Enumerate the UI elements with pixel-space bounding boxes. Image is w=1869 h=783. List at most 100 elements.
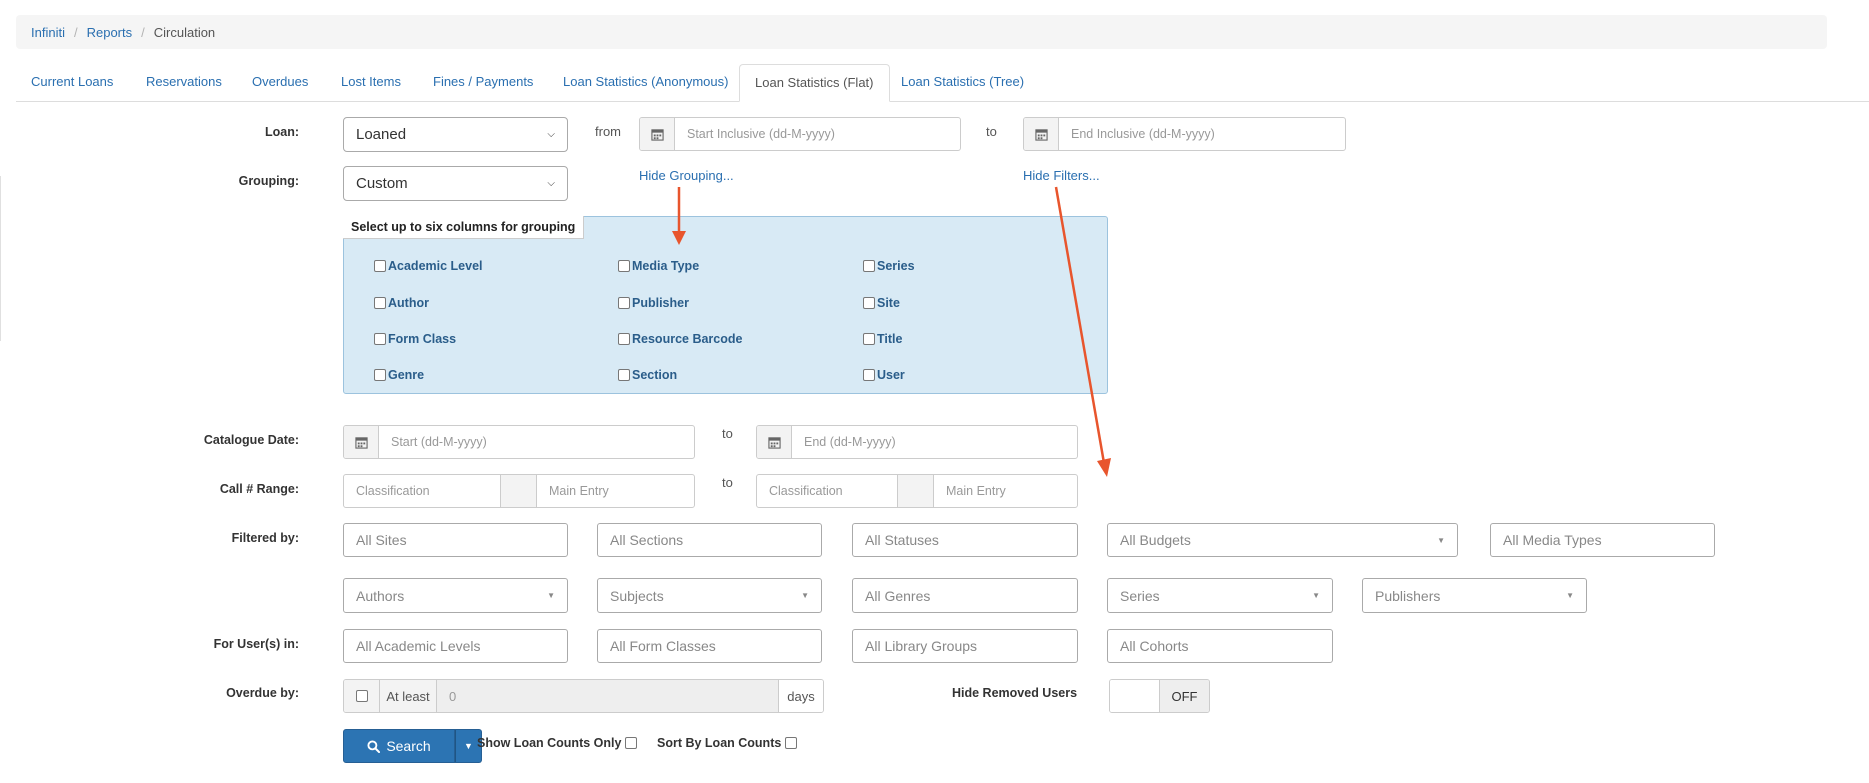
catalogue-end-input[interactable]: End (dd-M-yyyy): [792, 426, 1077, 458]
grouping-option-form-class[interactable]: Form Class: [374, 332, 456, 346]
sort-by-loan-counts-checkbox[interactable]: [785, 737, 798, 749]
loan-start-date-input[interactable]: Start Inclusive (dd-M-yyyy): [675, 118, 960, 150]
tab-lost-items[interactable]: Lost Items: [326, 64, 416, 102]
grouping-option-series[interactable]: Series: [863, 259, 915, 273]
checkbox[interactable]: [618, 333, 630, 345]
catalogue-date-label: Catalogue Date:: [203, 433, 299, 447]
catalogue-end-group: End (dd-M-yyyy): [756, 425, 1078, 459]
checkbox[interactable]: [863, 369, 875, 381]
filter-cohorts[interactable]: All Cohorts: [1107, 629, 1333, 663]
catalogue-start-input[interactable]: Start (dd-M-yyyy): [379, 426, 694, 458]
filter-authors[interactable]: Authors ▼: [343, 578, 568, 613]
overdue-days-input[interactable]: 0: [437, 680, 778, 712]
grouping-option-title[interactable]: Title: [863, 332, 902, 346]
checkbox[interactable]: [618, 260, 630, 272]
show-loan-counts-only[interactable]: Show Loan Counts Only: [477, 736, 638, 750]
calendar-icon[interactable]: [1024, 118, 1059, 150]
filter-media-types[interactable]: All Media Types: [1490, 523, 1715, 557]
caret-down-icon: ▼: [1312, 591, 1320, 600]
filter-library-groups[interactable]: All Library Groups: [852, 629, 1078, 663]
grouping-option-resource-barcode[interactable]: Resource Barcode: [618, 332, 742, 346]
option-label: Publisher: [632, 296, 689, 310]
tab-loan-statistics-tree[interactable]: Loan Statistics (Tree): [886, 64, 1039, 102]
filter-statuses[interactable]: All Statuses: [852, 523, 1078, 557]
hide-removed-users-toggle[interactable]: OFF: [1109, 679, 1210, 713]
grouping-panel-title: Select up to six columns for grouping: [343, 216, 585, 239]
call-range-from-classification[interactable]: Classification: [343, 474, 501, 508]
filter-sections-placeholder: All Sections: [610, 532, 684, 548]
breadcrumb-link-reports[interactable]: Reports: [87, 25, 133, 40]
option-label: Form Class: [388, 332, 457, 346]
filter-statuses-placeholder: All Statuses: [865, 532, 939, 548]
tab-current-loans[interactable]: Current Loans: [16, 64, 128, 102]
tab-reservations[interactable]: Reservations: [131, 64, 237, 102]
option-label: Title: [877, 332, 903, 346]
filter-form-classes[interactable]: All Form Classes: [597, 629, 822, 663]
filter-budgets[interactable]: All Budgets ▼: [1107, 523, 1458, 557]
grouping-option-section[interactable]: Section: [618, 368, 677, 382]
hide-grouping-link[interactable]: Hide Grouping...: [639, 168, 734, 183]
loan-to-label: to: [986, 124, 997, 139]
checkbox[interactable]: [618, 369, 630, 381]
filtered-by-label: Filtered by:: [231, 531, 299, 545]
search-button[interactable]: Search: [343, 729, 455, 763]
grouping-option-site[interactable]: Site: [863, 296, 900, 310]
grouping-option-user[interactable]: User: [863, 368, 905, 382]
checkbox[interactable]: [374, 297, 386, 309]
checkbox[interactable]: [374, 260, 386, 272]
sort-by-loan-counts[interactable]: Sort By Loan Counts: [657, 736, 798, 750]
filter-publishers[interactable]: Publishers ▼: [1362, 578, 1587, 613]
call-range-to-classification[interactable]: Classification: [756, 474, 898, 508]
checkbox[interactable]: [863, 297, 875, 309]
loan-select[interactable]: Loaned ⌵: [343, 117, 568, 152]
option-label: Media Type: [632, 259, 700, 273]
search-icon: [367, 739, 381, 753]
grouping-option-author[interactable]: Author: [374, 296, 429, 310]
filter-cohorts-placeholder: All Cohorts: [1120, 638, 1189, 654]
call-range-from-main-entry[interactable]: Main Entry: [536, 474, 695, 508]
filter-academic-levels[interactable]: All Academic Levels: [343, 629, 568, 663]
loan-select-value: Loaned: [356, 126, 407, 143]
hide-filters-link[interactable]: Hide Filters...: [1023, 168, 1100, 183]
caret-down-icon: ▼: [801, 591, 809, 600]
tab-overdues[interactable]: Overdues: [237, 64, 323, 102]
tab-fines-payments[interactable]: Fines / Payments: [418, 64, 548, 102]
option-label: Section: [632, 368, 678, 382]
breadcrumb-link-infiniti[interactable]: Infiniti: [31, 25, 65, 40]
checkbox[interactable]: [863, 333, 875, 345]
show-loan-counts-checkbox[interactable]: [625, 737, 638, 749]
filter-series[interactable]: Series ▼: [1107, 578, 1333, 613]
overdue-checkbox[interactable]: [355, 690, 368, 702]
grouping-select[interactable]: Custom ⌵: [343, 166, 568, 201]
checkbox[interactable]: [374, 333, 386, 345]
checkbox[interactable]: [618, 297, 630, 309]
loan-end-date-input[interactable]: End Inclusive (dd-M-yyyy): [1059, 118, 1345, 150]
overdue-days-label: days: [778, 680, 823, 712]
filter-genres[interactable]: All Genres: [852, 578, 1078, 613]
checkbox[interactable]: [863, 260, 875, 272]
catalogue-to-label: to: [722, 426, 733, 441]
caret-down-icon: ▼: [1566, 591, 1574, 600]
tab-loan-statistics-anonymous[interactable]: Loan Statistics (Anonymous): [548, 64, 743, 102]
filter-library-groups-placeholder: All Library Groups: [865, 638, 978, 654]
grouping-option-publisher[interactable]: Publisher: [618, 296, 689, 310]
filter-sites[interactable]: All Sites: [343, 523, 568, 557]
calendar-icon[interactable]: [757, 426, 792, 458]
page-left-edge: [0, 176, 1, 341]
filter-sites-placeholder: All Sites: [356, 532, 407, 548]
tab-loan-statistics-flat[interactable]: Loan Statistics (Flat): [739, 64, 890, 102]
overdue-enable[interactable]: [344, 680, 380, 712]
caret-down-icon: ▼: [547, 591, 555, 600]
checkbox[interactable]: [374, 369, 386, 381]
filter-sections[interactable]: All Sections: [597, 523, 822, 557]
grouping-option-media-type[interactable]: Media Type: [618, 259, 699, 273]
filter-subjects[interactable]: Subjects ▼: [597, 578, 822, 613]
grouping-option-genre[interactable]: Genre: [374, 368, 424, 382]
caret-down-icon: ▼: [464, 741, 473, 751]
call-range-to-main-entry[interactable]: Main Entry: [933, 474, 1078, 508]
toggle-state: OFF: [1160, 680, 1209, 712]
calendar-icon[interactable]: [640, 118, 675, 150]
grouping-option-academic-level[interactable]: Academic Level: [374, 259, 483, 273]
call-range-separator: [501, 474, 537, 508]
calendar-icon[interactable]: [344, 426, 379, 458]
